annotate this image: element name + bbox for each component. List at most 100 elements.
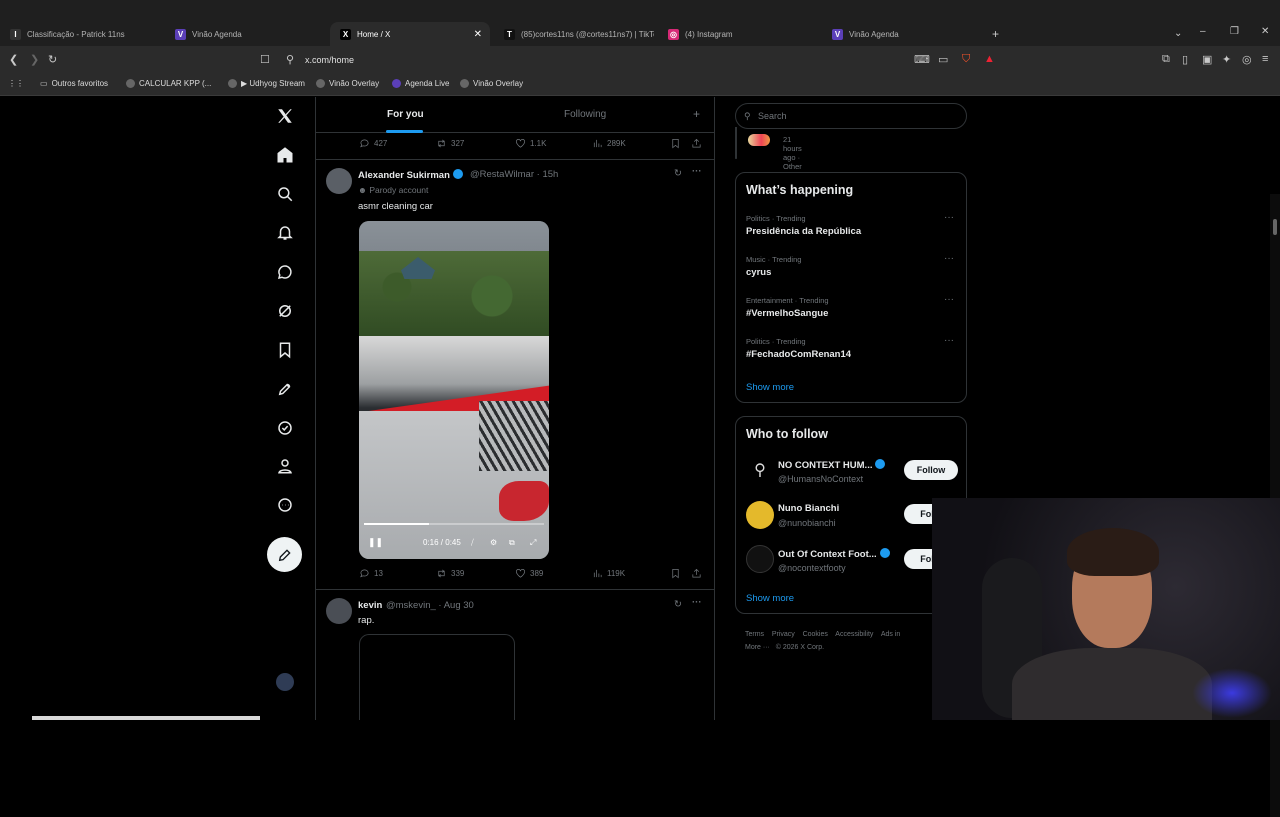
bookmark-vinao-overlay[interactable]: Vinão Overlay <box>316 79 379 88</box>
post-author-name[interactable]: kevin <box>358 600 382 611</box>
trend-more-icon[interactable]: ··· <box>944 294 954 305</box>
bookmark-button[interactable] <box>670 568 681 579</box>
brave-shield-icon[interactable]: ⛉ <box>962 53 970 66</box>
back-icon[interactable]: ❮ <box>9 53 18 66</box>
fullscreen-icon[interactable]: ⤢ <box>530 538 536 548</box>
video-progress-bar[interactable] <box>364 523 544 525</box>
views-button[interactable]: 289K <box>592 138 626 149</box>
views-button[interactable]: 119K <box>592 568 625 579</box>
bookmark-agenda-live[interactable]: Agenda Live <box>392 79 449 88</box>
footer-privacy-link[interactable]: Privacy <box>772 631 795 638</box>
footer-ads-link[interactable]: Ads in <box>881 631 900 638</box>
share-button[interactable] <box>691 568 702 579</box>
post-media-placeholder[interactable] <box>359 634 515 720</box>
bookmark-button[interactable] <box>670 138 681 149</box>
pause-icon[interactable]: ❚❚ <box>368 537 383 548</box>
cast-icon[interactable]: ▭ <box>938 53 948 66</box>
close-window-icon[interactable]: ✕ <box>1261 26 1269 37</box>
browser-tab-vinao-agenda-2[interactable]: V Vinão Agenda <box>822 22 982 46</box>
account-avatar[interactable] <box>276 673 294 691</box>
footer-more-link[interactable]: More ··· <box>745 644 770 651</box>
home-icon[interactable] <box>272 142 298 168</box>
search-input[interactable]: ⚲ Search <box>735 103 967 129</box>
reply-button[interactable]: 427 <box>359 138 387 149</box>
bookmark-udhyog-stream[interactable]: ▶ Udhyog Stream <box>228 79 305 88</box>
suggestion-avatar: ⚲ <box>746 457 774 485</box>
compose-post-button[interactable] <box>267 537 302 572</box>
menu-icon[interactable]: ≡ <box>1262 53 1268 65</box>
leo-ai-icon[interactable]: ✦ <box>1222 53 1231 66</box>
trend-more-icon[interactable]: ··· <box>944 212 954 223</box>
trend-more-icon[interactable]: ··· <box>944 335 954 346</box>
timeline-tabs: For you Following + <box>316 97 714 133</box>
footer-accessibility-link[interactable]: Accessibility <box>835 631 873 638</box>
browser-tab-x-home[interactable]: X Home / X ✕ <box>330 22 490 46</box>
tab-following[interactable]: Following <box>564 109 606 120</box>
trends-show-more-link[interactable]: Show more <box>746 382 794 393</box>
reply-button[interactable]: 13 <box>359 568 383 579</box>
follow-show-more-link[interactable]: Show more <box>746 593 794 604</box>
x-logo-icon[interactable] <box>272 103 298 129</box>
browser-tab-vinao-agenda[interactable]: V Vinão Agenda <box>165 22 330 46</box>
wallet-icon[interactable]: ▣ <box>1202 53 1212 66</box>
picture-in-picture-icon[interactable]: ⧉ <box>509 538 515 548</box>
bookmark-page-icon[interactable]: ☐ <box>260 53 270 66</box>
divider <box>316 159 714 160</box>
like-button[interactable]: 1.1K <box>515 138 546 149</box>
grok-icon[interactable] <box>272 298 298 324</box>
jobs-rocket-icon[interactable] <box>272 376 298 402</box>
bookmark-vinao-overlay-2[interactable]: Vinão Overlay <box>460 79 523 88</box>
apps-icon[interactable]: ⋮⋮ <box>8 79 24 88</box>
like-button[interactable]: 389 <box>515 568 543 579</box>
messages-icon[interactable] <box>272 259 298 285</box>
browser-tab-classificacao[interactable]: I Classificação - Patrick 11ns <box>0 22 165 46</box>
restore-icon[interactable]: ❐ <box>1230 26 1239 37</box>
grok-post-icon[interactable]: ↻ <box>674 168 682 179</box>
reload-icon[interactable]: ↻ <box>48 53 57 66</box>
bookmarks-icon[interactable] <box>272 337 298 363</box>
verified-orgs-icon[interactable] <box>272 415 298 441</box>
post-author-avatar[interactable] <box>326 168 352 194</box>
post-more-icon[interactable]: ··· <box>692 597 702 608</box>
tab-for-you[interactable]: For you <box>387 109 424 120</box>
post-author-avatar[interactable] <box>326 598 352 624</box>
minimize-icon[interactable]: – <box>1200 26 1206 37</box>
new-tab-button[interactable]: + <box>992 27 999 41</box>
notifications-icon[interactable] <box>272 220 298 246</box>
browser-tab-instagram[interactable]: ◎ (4) Instagram <box>658 22 818 46</box>
video-settings-icon[interactable]: ⚙ <box>490 538 497 547</box>
grok-post-icon[interactable]: ↻ <box>674 599 682 610</box>
add-timeline-icon[interactable]: + <box>693 107 700 121</box>
brave-rewards-icon[interactable]: ▲ <box>984 53 995 65</box>
explore-search-icon[interactable] <box>272 181 298 207</box>
bookmark-calcular-kpp[interactable]: CALCULAR KPP (... <box>126 79 211 88</box>
follow-button[interactable]: Follow <box>904 460 958 480</box>
forward-icon[interactable]: ❯ <box>30 53 39 66</box>
bookmark-outros-favoritos[interactable]: ▭ Outros favoritos <box>40 79 108 88</box>
translate-icon[interactable]: ⌨ <box>914 53 930 66</box>
extensions-icon[interactable]: ⧉ <box>1162 53 1170 66</box>
scrollbar-thumb[interactable] <box>1273 219 1277 235</box>
post-more-icon[interactable]: ··· <box>692 166 702 177</box>
footer-cookies-link[interactable]: Cookies <box>803 631 828 638</box>
post-author-handle[interactable]: @mskevin_ · Aug 30 <box>386 600 474 611</box>
address-bar[interactable]: x.com/home <box>280 50 1000 70</box>
repost-button[interactable]: 339 <box>436 568 464 579</box>
browser-tab-tiktok[interactable]: T (85)cortes11ns (@cortes11ns7) | TikTok <box>494 22 654 46</box>
post-video[interactable]: ❚❚ 0:16 / 0:45 ⧸ ⚙ ⧉ ⤢ <box>359 221 549 559</box>
community-card[interactable]: 21 hours ago · Other · 1,933 posts <box>735 127 802 198</box>
trend-more-icon[interactable]: ··· <box>944 253 954 264</box>
sidebar-toggle-icon[interactable]: ▯ <box>1182 53 1188 66</box>
post-author-handle[interactable]: @RestaWilmar · 15h <box>470 169 558 180</box>
share-button[interactable] <box>691 138 702 149</box>
mute-icon[interactable]: ⧸ <box>471 538 474 548</box>
more-icon[interactable] <box>272 492 298 518</box>
post-author-name[interactable]: Alexander Sukirman <box>358 169 463 181</box>
footer-terms-link[interactable]: Terms <box>745 631 764 638</box>
vpn-icon[interactable]: ◎ <box>1242 53 1252 66</box>
repost-button[interactable]: 327 <box>436 138 464 149</box>
site-info-icon[interactable]: ⚲ <box>286 53 294 66</box>
profile-icon[interactable] <box>272 453 298 479</box>
tab-search-icon[interactable]: ⌄ <box>1174 28 1182 39</box>
close-tab-icon[interactable]: ✕ <box>474 29 482 40</box>
